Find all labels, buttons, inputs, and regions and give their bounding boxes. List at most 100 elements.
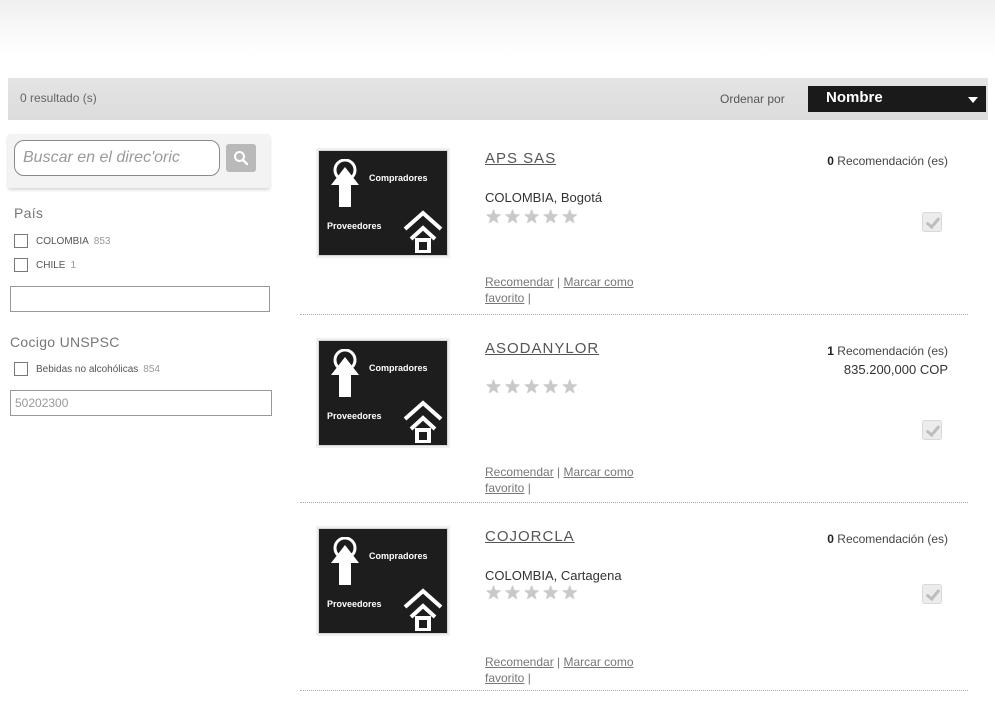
- logo-suppliers-label: Proveedores: [327, 221, 382, 231]
- separator: |: [557, 275, 561, 289]
- logo-suppliers-label: Proveedores: [327, 411, 382, 421]
- favorite-link-part2[interactable]: favorito: [485, 481, 524, 495]
- star-icon[interactable]: ★: [523, 208, 540, 227]
- house-icon: [403, 588, 443, 631]
- checkbox[interactable]: [14, 258, 28, 272]
- recs-label: Recomendación (es): [837, 344, 948, 358]
- favorite-link-part1[interactable]: Marcar como: [564, 275, 634, 289]
- star-icon[interactable]: ★: [504, 378, 521, 397]
- result-name[interactable]: APS SAS: [485, 150, 556, 167]
- favorite-link-part1[interactable]: Marcar como: [564, 655, 634, 669]
- rating-stars[interactable]: ★ ★ ★ ★ ★: [485, 584, 578, 603]
- favorite-link-part1[interactable]: Marcar como: [564, 465, 634, 479]
- divider: [300, 314, 968, 315]
- star-icon[interactable]: ★: [561, 378, 578, 397]
- search-input[interactable]: [14, 140, 220, 176]
- star-icon[interactable]: ★: [485, 584, 502, 603]
- rating-stars[interactable]: ★ ★ ★ ★ ★: [485, 208, 578, 227]
- favorite-link-part2[interactable]: favorito: [485, 671, 524, 685]
- check-icon[interactable]: [922, 420, 942, 440]
- logo-buyers-label: Compradores: [369, 363, 428, 373]
- result-name[interactable]: ASODANYLOR: [485, 340, 599, 357]
- star-icon[interactable]: ★: [523, 378, 540, 397]
- recs-label: Recomendación (es): [837, 532, 948, 546]
- company-logo: Compradores Proveedores: [318, 150, 448, 256]
- star-icon[interactable]: ★: [485, 378, 502, 397]
- result-actions: Recomendar | Marcar como favorito |: [485, 654, 685, 686]
- directory-search: [8, 134, 270, 188]
- recommendations-count: 0 Recomendación (es): [827, 154, 948, 168]
- divider: [300, 502, 968, 503]
- result-location: COLOMBIA, Cartagena: [485, 568, 622, 583]
- sort-dropdown[interactable]: Nombre: [808, 86, 986, 112]
- option-label: Bebidas no alcohólicas: [36, 363, 139, 375]
- separator: |: [527, 671, 531, 685]
- result-item: Compradores Proveedores APS SAS COLOMBIA…: [318, 150, 966, 336]
- star-icon[interactable]: ★: [523, 584, 540, 603]
- country-filter-input[interactable]: [10, 286, 270, 312]
- house-icon: [403, 400, 443, 443]
- option-count: 853: [93, 235, 111, 247]
- option-count: 854: [143, 363, 160, 375]
- recommendations-count: 1 Recomendación (es): [827, 344, 948, 358]
- check-icon[interactable]: [922, 212, 942, 232]
- recommend-link[interactable]: Recomendar: [485, 655, 554, 669]
- divider: [300, 690, 968, 691]
- country-option-chile[interactable]: CHILE 1: [14, 256, 76, 274]
- favorite-link-part2[interactable]: favorito: [485, 291, 524, 305]
- logo-buyers-label: Compradores: [369, 173, 428, 183]
- star-icon[interactable]: ★: [504, 584, 521, 603]
- sort-label: Ordenar por: [720, 92, 785, 106]
- search-button[interactable]: [226, 144, 256, 172]
- checkbox[interactable]: [14, 362, 28, 376]
- unspsc-filter-input[interactable]: [10, 390, 272, 416]
- result-location: COLOMBIA, Bogotá: [485, 190, 603, 205]
- star-icon[interactable]: ★: [561, 584, 578, 603]
- star-icon[interactable]: ★: [542, 584, 559, 603]
- house-icon: [403, 210, 443, 253]
- separator: |: [527, 481, 531, 495]
- recs-number: 1: [827, 344, 834, 358]
- top-banner: [0, 0, 995, 58]
- sort-selected-value: Nombre: [826, 89, 883, 106]
- result-name[interactable]: COJORCLA: [485, 528, 575, 545]
- result-item: Compradores Proveedores ASODANYLOR ★ ★ ★ ★ ★…: [318, 340, 966, 526]
- logo-suppliers-label: Proveedores: [327, 599, 382, 609]
- recommend-link[interactable]: Recomendar: [485, 465, 554, 479]
- separator: |: [527, 291, 531, 305]
- result-actions: Recomendar | Marcar como favorito |: [485, 274, 685, 306]
- recs-label: Recomendación (es): [837, 154, 948, 168]
- star-icon[interactable]: ★: [542, 378, 559, 397]
- star-icon[interactable]: ★: [561, 208, 578, 227]
- recs-number: 0: [827, 532, 834, 546]
- check-icon[interactable]: [922, 584, 942, 604]
- recs-number: 0: [827, 154, 834, 168]
- separator: |: [557, 655, 561, 669]
- chevron-down-icon: [968, 97, 978, 103]
- rating-stars[interactable]: ★ ★ ★ ★ ★: [485, 378, 578, 397]
- logo-buyers-label: Compradores: [369, 551, 428, 561]
- separator: |: [557, 465, 561, 479]
- country-filter-title: País: [14, 205, 44, 221]
- country-option-colombia[interactable]: COLOMBIA 853: [14, 232, 110, 250]
- unspsc-option-beverages[interactable]: Bebidas no alcohólicas 854: [14, 360, 160, 378]
- search-icon: [234, 151, 249, 166]
- option-label: CHILE: [36, 259, 66, 271]
- star-icon[interactable]: ★: [504, 208, 521, 227]
- results-toolbar: 0 resultado (s) Ordenar por Nombre: [8, 78, 988, 120]
- contract-value: 835.200,000 COP: [843, 362, 948, 377]
- up-arrow-icon: [331, 349, 359, 397]
- up-arrow-icon: [331, 159, 359, 207]
- result-actions: Recomendar | Marcar como favorito |: [485, 464, 685, 496]
- checkbox[interactable]: [14, 234, 28, 248]
- up-arrow-icon: [331, 537, 359, 585]
- option-count: 1: [70, 259, 77, 271]
- star-icon[interactable]: ★: [542, 208, 559, 227]
- recommend-link[interactable]: Recomendar: [485, 275, 554, 289]
- star-icon[interactable]: ★: [485, 208, 502, 227]
- option-label: COLOMBIA: [36, 235, 89, 247]
- result-item: Compradores Proveedores COJORCLA COLOMBI…: [318, 528, 966, 710]
- results-count: 0 resultado (s): [20, 91, 97, 105]
- company-logo: Compradores Proveedores: [318, 528, 448, 634]
- recommendations-count: 0 Recomendación (es): [827, 532, 948, 546]
